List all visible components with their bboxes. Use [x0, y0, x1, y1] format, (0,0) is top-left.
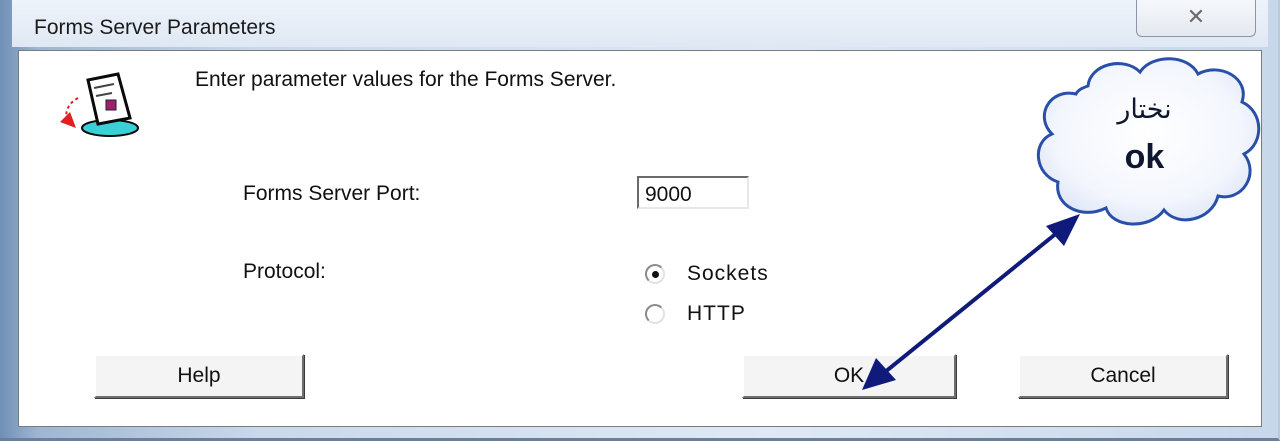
annotation-arrow [862, 214, 1080, 390]
